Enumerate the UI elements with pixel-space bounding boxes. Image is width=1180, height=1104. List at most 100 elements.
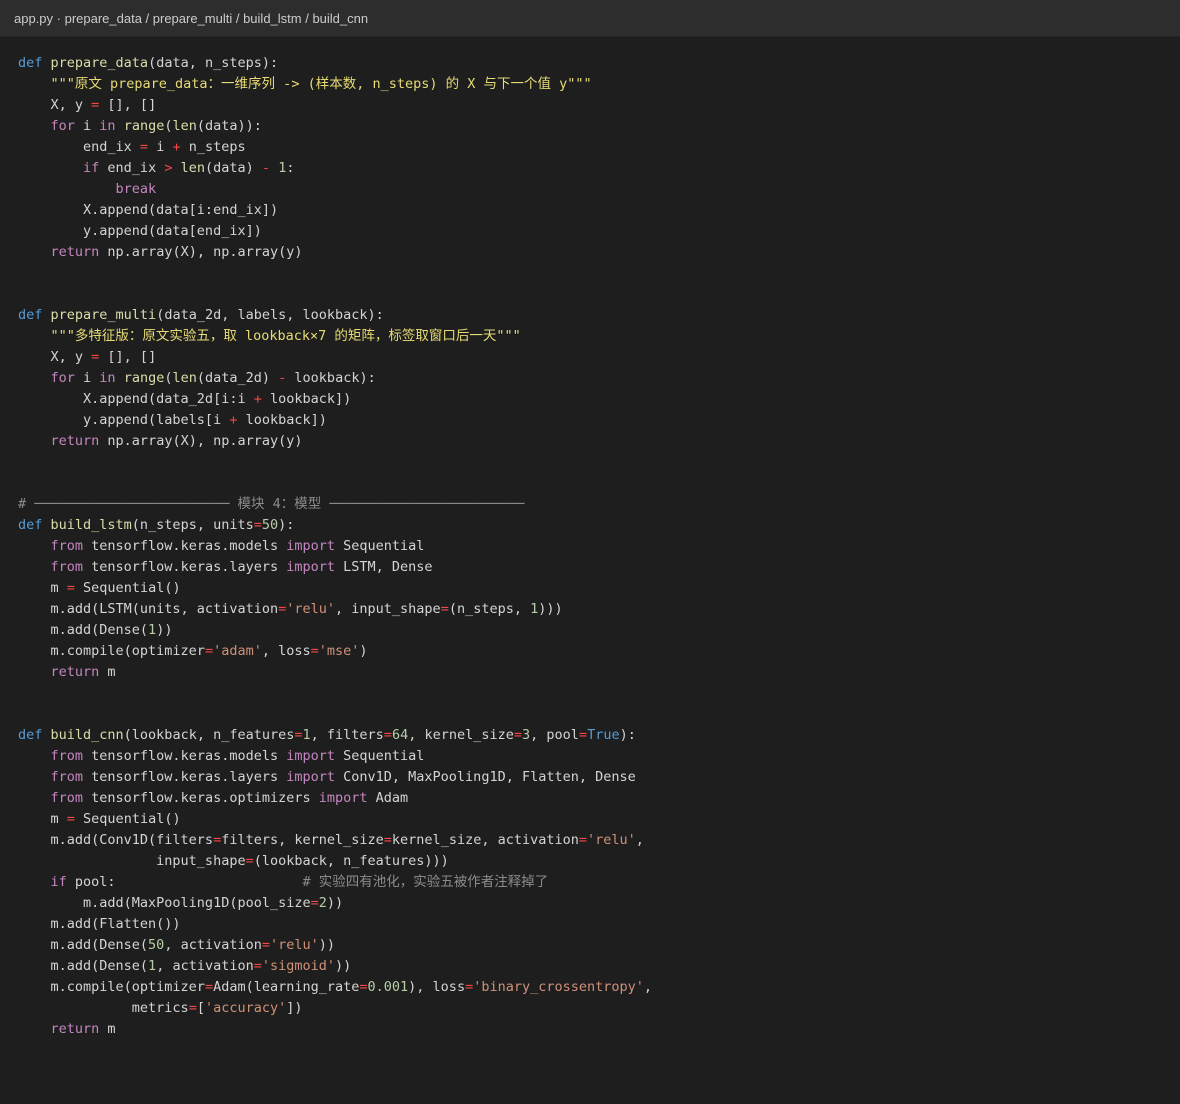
code-token: filters, kernel_size <box>221 832 384 848</box>
code-token: y.append(labels[i <box>18 412 230 428</box>
code-token: # ──────────────────────── 模块 4：模型 ─────… <box>18 496 525 512</box>
code-token: return <box>50 1021 100 1037</box>
code-token: m <box>18 811 67 827</box>
code-token: , activation <box>156 958 254 974</box>
code-token: end_ix <box>18 139 140 155</box>
code-token: [ <box>196 1000 205 1016</box>
code-token: Adam <box>367 790 409 806</box>
code-token: input_shape <box>18 853 246 869</box>
code-line: input_shape=(lookback, n_features))) <box>18 851 449 872</box>
code-token: in <box>99 370 116 386</box>
code-token: = <box>578 832 587 848</box>
code-token: y.append(data[end_ix]) <box>18 223 262 239</box>
code-token: tensorflow.keras.models <box>83 748 287 764</box>
code-token: import <box>286 559 336 575</box>
code-line: m = Sequential() <box>18 809 181 830</box>
code-token: = <box>278 601 287 617</box>
code-line: y.append(labels[i + lookback]) <box>18 410 327 431</box>
breadcrumb[interactable]: app.py · prepare_data / prepare_multi / … <box>14 11 368 26</box>
code-token: from <box>50 769 84 785</box>
code-token: """原文 prepare_data：一维序列 -> (样本数, n_steps… <box>50 76 592 92</box>
code-editor[interactable]: def prepare_data(data, n_steps): """原文 p… <box>0 37 1180 1103</box>
code-line: end_ix = i + n_steps <box>18 137 246 158</box>
code-token: i <box>148 139 173 155</box>
code-token: = <box>383 832 392 848</box>
code-token: [], [] <box>99 349 157 365</box>
code-token: Sequential <box>335 538 425 554</box>
code-token: # 实验四有池化，实验五被作者注释掉了 <box>302 874 549 890</box>
code-token: = <box>359 979 368 995</box>
code-token: len <box>180 160 205 176</box>
code-token: = <box>139 139 149 155</box>
code-line: break <box>18 179 157 200</box>
code-token: (data) <box>205 160 262 176</box>
code-token: for <box>50 118 75 134</box>
code-line: from tensorflow.keras.models import Sequ… <box>18 536 425 557</box>
code-token: lookback): <box>286 370 376 386</box>
code-line: """原文 prepare_data：一维序列 -> (样本数, n_steps… <box>18 74 592 95</box>
code-token: import <box>286 748 336 764</box>
code-line: return np.array(X), np.array(y) <box>18 242 303 263</box>
code-token: pool: <box>66 874 303 890</box>
code-token: """多特征版：原文实验五，取 lookback×7 的矩阵，标签取窗口后一天"… <box>50 328 521 344</box>
code-line: m.add(Flatten()) <box>18 914 181 935</box>
code-token: m.add(Dense( <box>18 958 149 974</box>
code-token: m.compile(optimizer <box>18 979 205 995</box>
code-token: (data_2d, labels, lookback): <box>156 307 384 323</box>
code-line: X.append(data[i:end_ix]) <box>18 200 278 221</box>
code-token: 'relu' <box>270 937 319 953</box>
code-token: 'relu' <box>587 832 636 848</box>
code-token: - <box>261 160 271 176</box>
code-token: i <box>74 118 100 134</box>
code-line: if pool: # 实验四有池化，实验五被作者注释掉了 <box>18 872 549 893</box>
code-token: metrics <box>18 1000 189 1016</box>
code-token: build_lstm <box>50 517 132 533</box>
code-token: prepare_multi <box>50 307 157 323</box>
code-token: = <box>383 727 392 743</box>
code-token: = <box>204 643 214 659</box>
code-token: = <box>204 979 214 995</box>
code-token: )) <box>156 622 173 638</box>
code-token: np.array(X), np.array(y) <box>99 244 303 260</box>
code-token: tensorflow.keras.layers <box>83 769 287 785</box>
code-token: def <box>18 307 51 323</box>
code-token: i <box>74 370 100 386</box>
code-line: return np.array(X), np.array(y) <box>18 431 303 452</box>
code-token: [], [] <box>99 97 157 113</box>
code-line: metrics=['accuracy']) <box>18 998 303 1019</box>
code-token: , pool <box>530 727 579 743</box>
code-token: True <box>587 727 620 743</box>
code-token: np.array(X), np.array(y) <box>99 433 303 449</box>
code-token: X, y <box>18 97 92 113</box>
code-token: len <box>172 118 197 134</box>
code-token: in <box>99 118 116 134</box>
code-token: def <box>18 727 51 743</box>
code-token: Adam(learning_rate <box>213 979 360 995</box>
code-token: ) <box>359 643 368 659</box>
code-token: = <box>66 811 75 827</box>
code-line: m.add(MaxPooling1D(pool_size=2)) <box>18 893 343 914</box>
code-token: (data)): <box>196 118 262 134</box>
code-token: 'accuracy' <box>204 1000 287 1016</box>
code-token: , loss <box>261 643 311 659</box>
code-line: for i in range(len(data)): <box>18 116 262 137</box>
code-token: import <box>286 538 336 554</box>
code-token: , filters <box>310 727 384 743</box>
code-token: lookback]) <box>261 391 352 407</box>
code-line: def prepare_multi(data_2d, labels, lookb… <box>18 305 384 326</box>
code-token: + <box>172 139 181 155</box>
code-token: import <box>286 769 336 785</box>
code-line: for i in range(len(data_2d) - lookback): <box>18 368 376 389</box>
code-token: , <box>635 832 644 848</box>
code-line: def build_cnn(lookback, n_features=1, fi… <box>18 725 636 746</box>
